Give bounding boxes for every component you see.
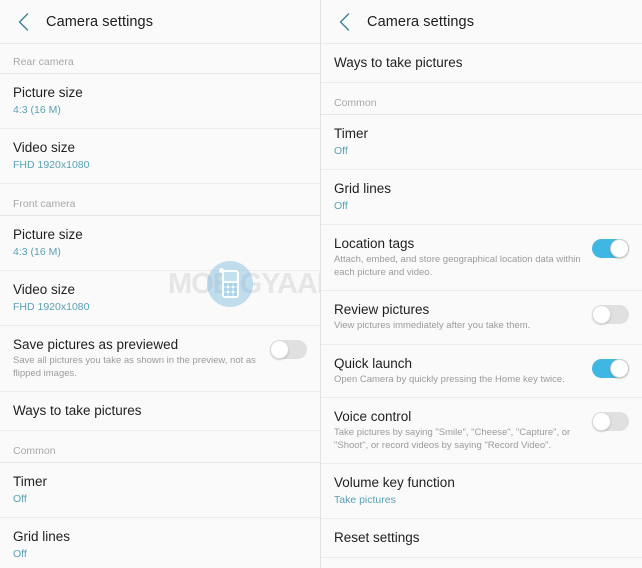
list-item-value: Take pictures bbox=[334, 494, 396, 506]
list-item-grid-lines[interactable]: Grid lines Off bbox=[321, 170, 642, 225]
toggle-knob bbox=[610, 239, 629, 258]
section-header-common: Common bbox=[321, 83, 642, 115]
toggle-knob bbox=[610, 358, 629, 378]
list-item-description: Open Camera by quickly pressing the Home… bbox=[334, 373, 565, 385]
list-item-timer[interactable]: Timer Off bbox=[321, 115, 642, 170]
list-item-value: Off bbox=[13, 493, 27, 505]
toggle-save-pictures-as-previewed[interactable] bbox=[270, 340, 307, 359]
toggle-knob bbox=[592, 305, 611, 324]
left-screen: Camera settings Rear camera Picture size… bbox=[0, 0, 321, 568]
list-item-title: Voice control bbox=[334, 409, 412, 424]
list-item-title: Review pictures bbox=[334, 302, 430, 317]
list-item-title: Grid lines bbox=[334, 181, 392, 196]
list-item-title: Volume key function bbox=[334, 475, 455, 490]
right-screen: Camera settings Ways to take pictures Co… bbox=[321, 0, 642, 568]
list-item-title: Location tags bbox=[334, 236, 415, 251]
left-appbar: Camera settings bbox=[0, 0, 320, 44]
list-item-volume-key-function[interactable]: Volume key function Take pictures bbox=[321, 464, 642, 519]
toggle-knob bbox=[592, 412, 611, 431]
toggle-review-pictures[interactable] bbox=[592, 305, 629, 324]
list-item-save-pictures-as-previewed[interactable]: Save pictures as previewed Save all pict… bbox=[0, 326, 320, 392]
right-appbar: Camera settings bbox=[321, 0, 642, 44]
dual-screenshot-container: Camera settings Rear camera Picture size… bbox=[0, 0, 642, 568]
list-item-description: Attach, embed, and store geographical lo… bbox=[334, 254, 581, 278]
list-item-title: Picture size bbox=[13, 85, 83, 100]
list-item-title: Quick launch bbox=[334, 355, 413, 371]
section-header-common: Common bbox=[0, 431, 320, 463]
list-item-title: Save pictures as previewed bbox=[13, 337, 179, 352]
list-item-value: Off bbox=[334, 145, 348, 157]
list-item-contact-us[interactable]: Contact us bbox=[321, 558, 642, 568]
list-item-timer[interactable]: Timer Off bbox=[0, 463, 320, 518]
list-item-value: 4:3 (16 M) bbox=[13, 104, 61, 116]
list-item-video-size-rear[interactable]: Video size FHD 1920x1080 bbox=[0, 129, 320, 184]
list-item-location-tags[interactable]: Location tags Attach, embed, and store g… bbox=[321, 225, 642, 291]
page-title: Camera settings bbox=[46, 13, 154, 30]
list-item-picture-size-front[interactable]: Picture size 4:3 (16 M) bbox=[0, 216, 320, 271]
toggle-knob bbox=[270, 340, 289, 359]
list-item-reset-settings[interactable]: Reset settings bbox=[321, 519, 642, 558]
list-item-title: Ways to take pictures bbox=[13, 403, 142, 418]
chevron-left-icon[interactable] bbox=[12, 11, 34, 33]
right-settings-list: Ways to take pictures Common Timer Off G… bbox=[321, 44, 642, 568]
list-item-description: Take pictures by saying "Smile", "Cheese… bbox=[334, 427, 571, 451]
list-item-video-size-front[interactable]: Video size FHD 1920x1080 bbox=[0, 271, 320, 326]
list-item-value: Off bbox=[334, 200, 348, 212]
list-item-value: Off bbox=[13, 548, 27, 560]
list-item-description: Save all pictures you take as shown in t… bbox=[13, 355, 256, 379]
list-item-title: Picture size bbox=[13, 227, 83, 242]
list-item-title: Reset settings bbox=[334, 530, 420, 545]
list-item-voice-control[interactable]: Voice control Take pictures by saying "S… bbox=[321, 398, 642, 464]
section-header-front-camera: Front camera bbox=[0, 184, 320, 216]
list-item-title: Video size bbox=[13, 140, 76, 155]
list-item-value: 4:3 (16 M) bbox=[13, 246, 61, 258]
list-item-title: Timer bbox=[334, 126, 368, 141]
list-item-value: FHD 1920x1080 bbox=[13, 301, 90, 313]
toggle-location-tags[interactable] bbox=[592, 239, 629, 258]
toggle-voice-control[interactable] bbox=[592, 412, 629, 431]
list-item-ways-to-take-pictures[interactable]: Ways to take pictures bbox=[321, 44, 642, 83]
chevron-left-icon[interactable] bbox=[333, 11, 355, 33]
list-item-description: View pictures immediately after you take… bbox=[334, 320, 531, 331]
section-header-rear-camera: Rear camera bbox=[0, 44, 320, 74]
list-item-value: FHD 1920x1080 bbox=[13, 159, 90, 171]
list-item-review-pictures[interactable]: Review pictures View pictures immediatel… bbox=[321, 291, 642, 345]
toggle-quick-launch[interactable] bbox=[592, 358, 629, 378]
list-item-grid-lines[interactable]: Grid lines Off bbox=[0, 518, 320, 568]
left-settings-list: Rear camera Picture size 4:3 (16 M) Vide… bbox=[0, 44, 320, 568]
list-item-picture-size-rear[interactable]: Picture size 4:3 (16 M) bbox=[0, 74, 320, 129]
list-item-title: Grid lines bbox=[13, 529, 71, 544]
list-item-quick-launch[interactable]: Quick launch Open Camera by quickly pres… bbox=[321, 345, 642, 398]
list-item-title: Timer bbox=[13, 474, 47, 489]
page-title: Camera settings bbox=[367, 13, 475, 30]
list-item-ways-to-take-pictures[interactable]: Ways to take pictures bbox=[0, 392, 320, 431]
list-item-title: Ways to take pictures bbox=[334, 55, 463, 70]
list-item-title: Video size bbox=[13, 282, 76, 297]
